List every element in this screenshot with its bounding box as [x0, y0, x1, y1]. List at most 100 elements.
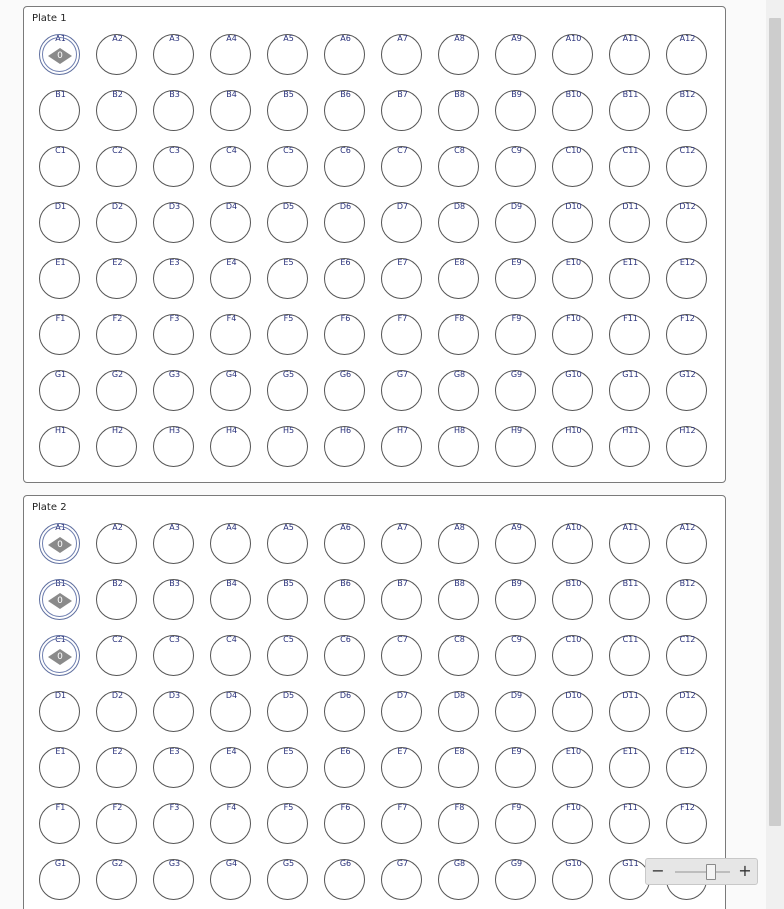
well-d9[interactable]: D9 [495, 691, 536, 732]
well-b12[interactable]: B12 [666, 90, 707, 131]
well-e12[interactable]: E12 [666, 747, 707, 788]
well-f3[interactable]: F3 [153, 314, 194, 355]
well-a6[interactable]: A6 [324, 523, 365, 564]
well-f11[interactable]: F11 [609, 803, 650, 844]
well-g9[interactable]: G9 [495, 370, 536, 411]
well-b11[interactable]: B11 [609, 90, 650, 131]
well-d6[interactable]: D6 [324, 202, 365, 243]
well-a11[interactable]: A11 [609, 34, 650, 75]
well-e10[interactable]: E10 [552, 747, 593, 788]
well-c7[interactable]: C7 [381, 146, 422, 187]
well-g7[interactable]: G7 [381, 859, 422, 900]
well-h11[interactable]: H11 [609, 426, 650, 467]
well-c8[interactable]: C8 [438, 146, 479, 187]
well-d9[interactable]: D9 [495, 202, 536, 243]
well-e10[interactable]: E10 [552, 258, 593, 299]
well-e9[interactable]: E9 [495, 258, 536, 299]
well-d1[interactable]: D1 [39, 691, 80, 732]
well-g7[interactable]: G7 [381, 370, 422, 411]
well-c12[interactable]: C12 [666, 635, 707, 676]
well-d1[interactable]: D1 [39, 202, 80, 243]
well-b6[interactable]: B6 [324, 579, 365, 620]
well-b8[interactable]: B8 [438, 90, 479, 131]
well-h3[interactable]: H3 [153, 426, 194, 467]
well-c4[interactable]: C4 [210, 635, 251, 676]
well-a12[interactable]: A12 [666, 523, 707, 564]
well-a5[interactable]: A5 [267, 34, 308, 75]
well-g5[interactable]: G5 [267, 859, 308, 900]
well-d12[interactable]: D12 [666, 691, 707, 732]
well-d2[interactable]: D2 [96, 202, 137, 243]
well-d4[interactable]: D4 [210, 202, 251, 243]
well-f10[interactable]: F10 [552, 803, 593, 844]
well-f9[interactable]: F9 [495, 803, 536, 844]
well-g3[interactable]: G3 [153, 859, 194, 900]
well-f1[interactable]: F1 [39, 803, 80, 844]
well-f6[interactable]: F6 [324, 314, 365, 355]
well-g6[interactable]: G6 [324, 370, 365, 411]
well-a3[interactable]: A3 [153, 34, 194, 75]
well-c11[interactable]: C11 [609, 635, 650, 676]
well-b7[interactable]: B7 [381, 90, 422, 131]
well-e3[interactable]: E3 [153, 747, 194, 788]
well-g5[interactable]: G5 [267, 370, 308, 411]
well-h12[interactable]: H12 [666, 426, 707, 467]
well-b6[interactable]: B6 [324, 90, 365, 131]
well-g12[interactable]: G12 [666, 370, 707, 411]
well-a5[interactable]: A5 [267, 523, 308, 564]
well-d7[interactable]: D7 [381, 202, 422, 243]
well-f12[interactable]: F12 [666, 314, 707, 355]
well-e12[interactable]: E12 [666, 258, 707, 299]
zoom-out-button[interactable]: − [648, 861, 668, 881]
well-a7[interactable]: A7 [381, 34, 422, 75]
well-a2[interactable]: A2 [96, 34, 137, 75]
well-b10[interactable]: B10 [552, 579, 593, 620]
well-f9[interactable]: F9 [495, 314, 536, 355]
well-e1[interactable]: E1 [39, 258, 80, 299]
vertical-scrollbar[interactable] [766, 0, 784, 909]
well-c5[interactable]: C5 [267, 635, 308, 676]
well-c11[interactable]: C11 [609, 146, 650, 187]
well-f5[interactable]: F5 [267, 314, 308, 355]
well-f5[interactable]: F5 [267, 803, 308, 844]
well-d8[interactable]: D8 [438, 202, 479, 243]
well-b11[interactable]: B11 [609, 579, 650, 620]
well-e7[interactable]: E7 [381, 258, 422, 299]
well-c5[interactable]: C5 [267, 146, 308, 187]
well-b9[interactable]: B9 [495, 579, 536, 620]
well-c10[interactable]: C10 [552, 146, 593, 187]
well-g11[interactable]: G11 [609, 859, 650, 900]
well-a3[interactable]: A3 [153, 523, 194, 564]
well-c12[interactable]: C12 [666, 146, 707, 187]
well-b7[interactable]: B7 [381, 579, 422, 620]
well-f10[interactable]: F10 [552, 314, 593, 355]
well-e11[interactable]: E11 [609, 747, 650, 788]
well-b9[interactable]: B9 [495, 90, 536, 131]
well-e11[interactable]: E11 [609, 258, 650, 299]
well-g11[interactable]: G11 [609, 370, 650, 411]
well-d3[interactable]: D3 [153, 202, 194, 243]
well-a4[interactable]: A4 [210, 523, 251, 564]
well-e4[interactable]: E4 [210, 258, 251, 299]
well-f4[interactable]: F4 [210, 803, 251, 844]
well-c2[interactable]: C2 [96, 635, 137, 676]
well-e6[interactable]: E6 [324, 258, 365, 299]
well-d11[interactable]: D11 [609, 202, 650, 243]
well-d12[interactable]: D12 [666, 202, 707, 243]
well-f2[interactable]: F2 [96, 803, 137, 844]
zoom-in-button[interactable]: + [735, 861, 755, 881]
zoom-slider-track[interactable] [675, 871, 730, 873]
well-c4[interactable]: C4 [210, 146, 251, 187]
well-a6[interactable]: A6 [324, 34, 365, 75]
well-g6[interactable]: G6 [324, 859, 365, 900]
well-c1[interactable]: C1 [39, 146, 80, 187]
well-e9[interactable]: E9 [495, 747, 536, 788]
well-a11[interactable]: A11 [609, 523, 650, 564]
well-c9[interactable]: C9 [495, 635, 536, 676]
well-b5[interactable]: B5 [267, 90, 308, 131]
well-a8[interactable]: A8 [438, 523, 479, 564]
well-b8[interactable]: B8 [438, 579, 479, 620]
well-c1[interactable]: C1 0 [39, 635, 80, 676]
well-d10[interactable]: D10 [552, 691, 593, 732]
scrollbar-thumb[interactable] [769, 18, 781, 826]
